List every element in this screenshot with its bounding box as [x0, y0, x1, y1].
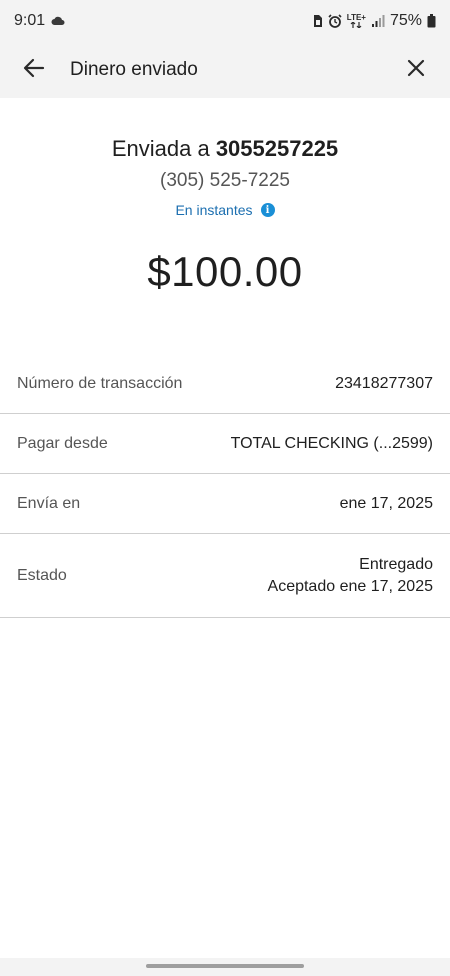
- status-time: 9:01: [14, 12, 46, 29]
- detail-row-transaction: Número de transacción 23418277307: [0, 354, 450, 414]
- transfer-details: Número de transacción 23418277307 Pagar …: [0, 354, 450, 618]
- back-arrow-icon: [23, 57, 45, 84]
- detail-label: Pagar desde: [17, 434, 108, 452]
- battery-percent: 75%: [389, 12, 422, 29]
- status-left: 9:01: [14, 12, 65, 30]
- recipient-phone: (305) 525-7225: [160, 170, 290, 191]
- status-right: LTE+ 75%: [313, 12, 436, 30]
- signal-icon: [371, 14, 385, 28]
- sent-to-line: Enviada a 3055257225: [0, 136, 450, 162]
- detail-value: 23418277307: [335, 374, 433, 392]
- detail-label: Envía en: [17, 494, 81, 512]
- alarm-icon: [328, 14, 342, 28]
- sim-icon: [313, 14, 323, 28]
- status-accepted: Aceptado ene 17, 2025: [267, 577, 433, 595]
- sent-to-prefix: Enviada a: [111, 136, 210, 161]
- close-button[interactable]: [396, 50, 436, 90]
- status-values: Entregado Aceptado ene 17, 2025: [268, 556, 433, 596]
- back-button[interactable]: [14, 50, 54, 90]
- lte-icon: LTE+: [347, 14, 366, 28]
- detail-value: TOTAL CHECKING (...2599): [230, 434, 433, 452]
- timing-text: En instantes: [175, 202, 253, 218]
- detail-row-status: Estado Entregado Aceptado ene 17, 2025: [0, 534, 450, 618]
- cloud-icon: [51, 16, 65, 26]
- gesture-bar: [0, 958, 450, 976]
- recipient-number: 3055257225: [215, 136, 339, 161]
- close-icon: [407, 59, 425, 82]
- transfer-summary: Enviada a 3055257225 (305) 525-7225 En i…: [0, 98, 450, 354]
- detail-row-pay-from: Pagar desde TOTAL CHECKING (...2599): [0, 414, 450, 474]
- detail-label: Estado: [17, 566, 67, 584]
- app-bar: Dinero enviado: [0, 42, 450, 98]
- detail-label: Número de transacción: [17, 374, 183, 392]
- battery-icon: [427, 14, 436, 28]
- info-icon[interactable]: i: [260, 203, 275, 217]
- amount: $100.00: [147, 248, 303, 295]
- network-label: LTE+: [346, 13, 366, 22]
- home-handle[interactable]: [146, 964, 304, 968]
- status-bar: 9:01 LTE+ 75%: [0, 0, 450, 42]
- detail-row-sends-on: Envía en ene 17, 2025: [0, 474, 450, 534]
- detail-value: ene 17, 2025: [339, 494, 433, 512]
- page-title: Dinero enviado: [70, 59, 198, 80]
- status-value: Entregado: [359, 555, 433, 573]
- timing-row: En instantes i: [0, 202, 450, 218]
